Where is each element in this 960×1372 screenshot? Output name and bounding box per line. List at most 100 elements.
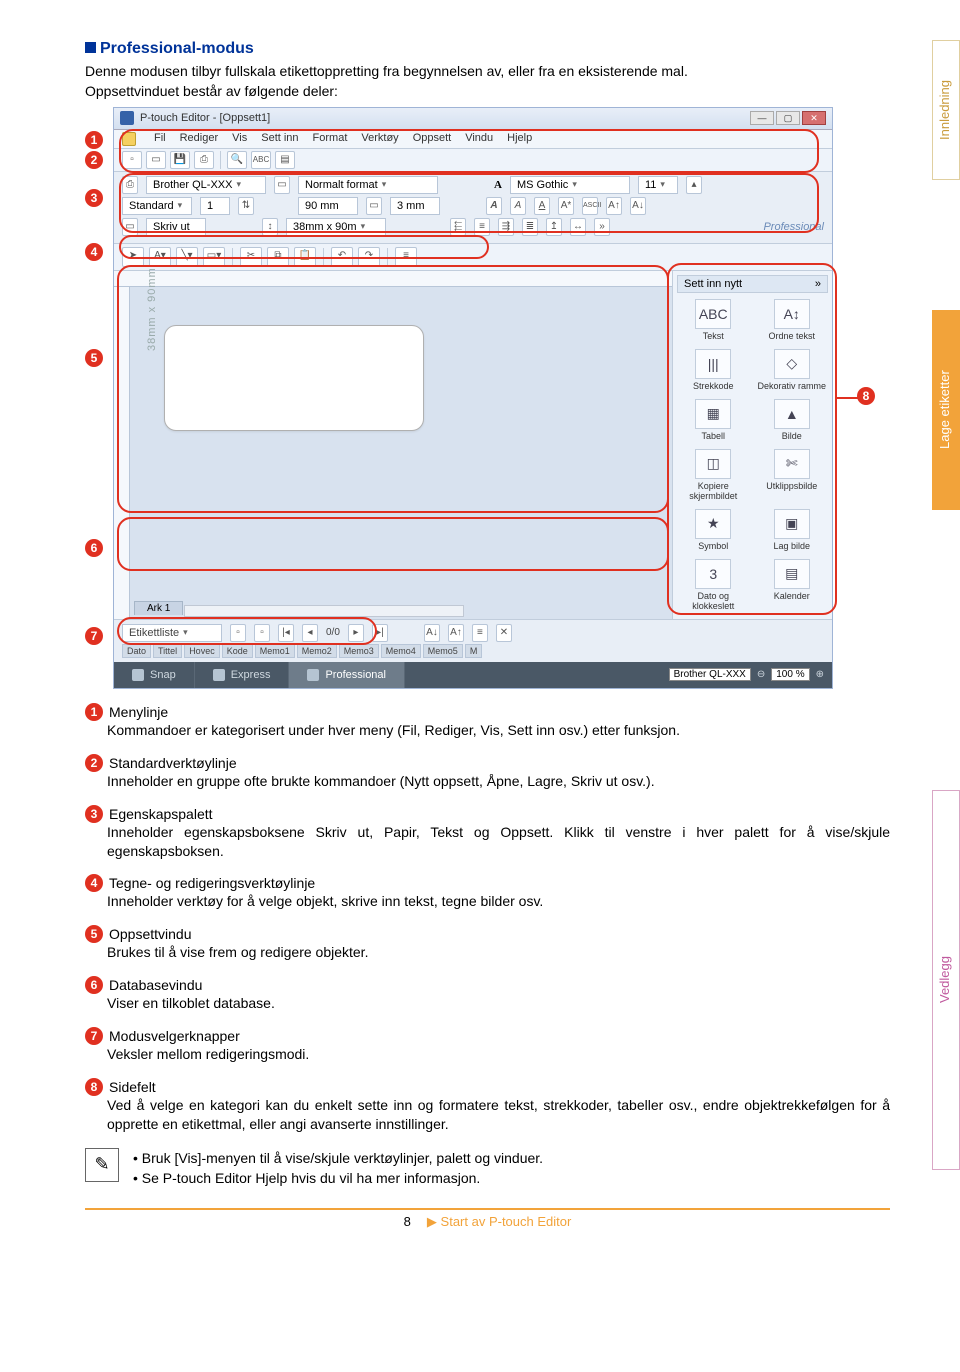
side-item-6[interactable]: ◫Kopiere skjermbildet [677, 447, 750, 505]
close-button[interactable]: ✕ [802, 111, 826, 125]
width-field[interactable]: 90 mm [298, 197, 358, 215]
etikettliste-select[interactable]: Etikettliste [122, 624, 222, 642]
shrink-a[interactable]: A↓ [630, 197, 646, 215]
misc-button[interactable]: ▤ [275, 151, 295, 169]
zoom-printer[interactable]: Brother QL-XXX [669, 668, 751, 681]
db-sort-asc[interactable]: A↓ [424, 624, 440, 642]
db-btn2[interactable]: ▫ [254, 624, 270, 642]
db-col-3[interactable]: Kode [222, 644, 253, 658]
format-select[interactable]: Normalt format [298, 176, 438, 194]
print-button[interactable]: ⎙ [194, 151, 214, 169]
undo-button[interactable]: ↶ [331, 247, 353, 267]
save-button[interactable]: 💾 [170, 151, 190, 169]
menu-rediger[interactable]: Rediger [180, 132, 219, 146]
align-center[interactable]: ≡ [474, 218, 490, 236]
orient-icon[interactable]: ▭ [366, 197, 382, 215]
paste-button[interactable]: 📋 [294, 247, 316, 267]
minimize-button[interactable]: — [750, 111, 774, 125]
side-item-10[interactable]: 3Dato og klokkeslett [677, 557, 750, 615]
align-tool[interactable]: ≡ [395, 247, 417, 267]
menu-vindu[interactable]: Vindu [465, 132, 493, 146]
pointer-tool[interactable]: ➤ [122, 247, 144, 267]
menu-vis[interactable]: Vis [232, 132, 247, 146]
menu-verktoy[interactable]: Verktøy [361, 132, 398, 146]
zoom-out[interactable]: ⊖ [757, 669, 765, 680]
db-x[interactable]: ✕ [496, 624, 512, 642]
effects-button[interactable]: A* [558, 197, 574, 215]
menu-fil[interactable]: Fil [154, 132, 166, 146]
qty-spin[interactable]: ⇅ [238, 197, 254, 215]
bold-button[interactable]: A [486, 197, 502, 215]
align-right[interactable]: ⇶ [498, 218, 514, 236]
font-inc[interactable]: ▴ [686, 176, 702, 194]
label-preview[interactable] [164, 325, 424, 431]
canvas-area[interactable]: 38mm x 90mm Ark 1 [114, 271, 672, 619]
db-col-2[interactable]: Hovec [184, 644, 220, 658]
side-tab-lage-etiketter[interactable]: Lage etiketter [932, 310, 960, 510]
fontsize-select[interactable]: 11 [638, 176, 678, 194]
redo-button[interactable]: ↷ [358, 247, 380, 267]
db-last[interactable]: ▸| [372, 624, 388, 642]
open-button[interactable]: ▭ [146, 151, 166, 169]
ascii-button[interactable]: ASCII [582, 197, 598, 215]
standard-select[interactable]: Standard [122, 197, 192, 215]
qty-field[interactable]: 1 [200, 197, 230, 215]
search-button[interactable]: 🔍 [227, 151, 247, 169]
enlarge-a[interactable]: A↑ [606, 197, 622, 215]
abc-button[interactable]: ABC [251, 151, 271, 169]
db-col-0[interactable]: Dato [122, 644, 151, 658]
align-left[interactable]: ⬱ [450, 218, 466, 236]
footer-link[interactable]: Start av P-touch Editor [441, 1214, 572, 1229]
side-item-7[interactable]: ✄Utklippsbilde [756, 447, 829, 505]
side-header-expand[interactable]: » [815, 278, 821, 290]
dims-select[interactable]: 38mm x 90m [286, 218, 386, 236]
side-item-8[interactable]: ★Symbol [677, 507, 750, 555]
maximize-button[interactable]: ▢ [776, 111, 800, 125]
db-filter[interactable]: ≡ [472, 624, 488, 642]
text-tool[interactable]: A▾ [149, 247, 171, 267]
zoom-in[interactable]: ⊕ [816, 669, 824, 680]
font-select[interactable]: MS Gothic [510, 176, 630, 194]
sheet-tab[interactable]: Ark 1 [134, 601, 183, 615]
db-prev[interactable]: ◂ [302, 624, 318, 642]
italic-button[interactable]: A [510, 197, 526, 215]
new-button[interactable]: ▫ [122, 151, 142, 169]
menu-oppsett[interactable]: Oppsett [413, 132, 452, 146]
side-tab-innledning[interactable]: Innledning [932, 40, 960, 180]
db-col-5[interactable]: Memo2 [297, 644, 337, 658]
menu-settinn[interactable]: Sett inn [261, 132, 298, 146]
side-item-9[interactable]: ▣Lag bilde [756, 507, 829, 555]
side-item-5[interactable]: ▲Bilde [756, 397, 829, 445]
db-col-4[interactable]: Memo1 [255, 644, 295, 658]
copy-button[interactable]: ⧉ [267, 247, 289, 267]
db-col-1[interactable]: Tittel [153, 644, 182, 658]
skrivut-label[interactable]: Skriv ut [146, 218, 206, 236]
db-col-9[interactable]: M [465, 644, 483, 658]
zoom-value[interactable]: 100 % [771, 668, 809, 681]
db-col-8[interactable]: Memo5 [423, 644, 463, 658]
line-tool[interactable]: ╲▾ [176, 247, 198, 267]
db-col-7[interactable]: Memo4 [381, 644, 421, 658]
mode-snap[interactable]: Snap [114, 662, 195, 688]
rect-tool[interactable]: ▭▾ [203, 247, 225, 267]
db-col-6[interactable]: Memo3 [339, 644, 379, 658]
vert-top[interactable]: ↥ [546, 218, 562, 236]
side-item-4[interactable]: ▦Tabell [677, 397, 750, 445]
mode-professional[interactable]: Professional [289, 662, 405, 688]
underline-button[interactable]: A [534, 197, 550, 215]
db-sort-desc[interactable]: A↑ [448, 624, 464, 642]
spacing[interactable]: ↔ [570, 218, 586, 236]
menu-format[interactable]: Format [313, 132, 348, 146]
scrollbar-horizontal[interactable] [184, 605, 464, 617]
align-just[interactable]: ≣ [522, 218, 538, 236]
more[interactable]: » [594, 218, 610, 236]
side-item-1[interactable]: A↕Ordne tekst [756, 297, 829, 345]
printer-select[interactable]: Brother QL-XXX [146, 176, 266, 194]
side-item-2[interactable]: |||Strekkode [677, 347, 750, 395]
cut-button[interactable]: ✂ [240, 247, 262, 267]
db-btn1[interactable]: ▫ [230, 624, 246, 642]
db-first[interactable]: |◂ [278, 624, 294, 642]
side-tab-vedlegg[interactable]: Vedlegg [932, 790, 960, 1170]
side-item-0[interactable]: ABCTekst [677, 297, 750, 345]
side-panel-header[interactable]: Sett inn nytt » [677, 275, 828, 293]
